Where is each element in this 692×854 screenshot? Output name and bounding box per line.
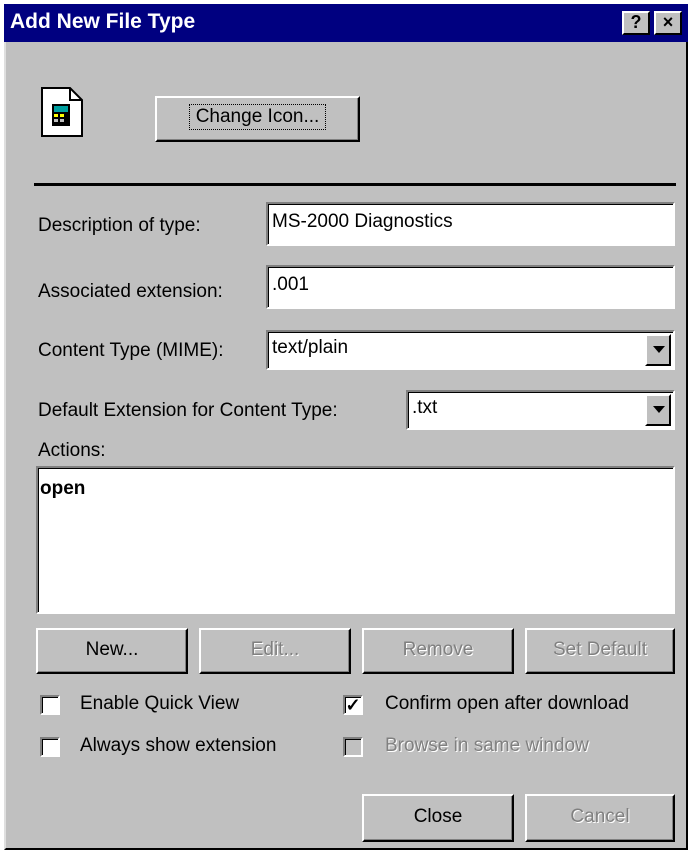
content-type-label: Content Type (MIME): bbox=[38, 340, 224, 361]
title-bar: Add New File Type ? × bbox=[4, 4, 688, 42]
list-item[interactable]: open bbox=[38, 468, 673, 500]
confirm-open-label: Confirm open after download bbox=[385, 693, 629, 714]
edit-button[interactable]: Edit... bbox=[199, 628, 351, 674]
change-icon-button[interactable]: Change Icon... bbox=[155, 96, 360, 142]
browse-same-checkbox[interactable] bbox=[343, 737, 363, 757]
description-label: Description of type: bbox=[38, 215, 201, 236]
default-extension-select[interactable]: .txt bbox=[406, 390, 675, 430]
extension-label: Associated extension: bbox=[38, 281, 223, 302]
confirm-open-checkbox[interactable]: ✓ bbox=[343, 695, 363, 715]
file-type-icon bbox=[41, 87, 83, 137]
remove-button[interactable]: Remove bbox=[362, 628, 514, 674]
browse-same-label: Browse in same window bbox=[385, 735, 589, 756]
quick-view-checkbox[interactable] bbox=[40, 695, 60, 715]
new-button[interactable]: New... bbox=[36, 628, 188, 674]
default-extension-label: Default Extension for Content Type: bbox=[38, 400, 338, 421]
set-default-button[interactable]: Set Default bbox=[525, 628, 675, 674]
content-type-select[interactable]: text/plain bbox=[266, 330, 675, 370]
always-show-label: Always show extension bbox=[80, 735, 277, 756]
close-icon: × bbox=[662, 12, 674, 32]
description-field[interactable]: MS-2000 Diagnostics bbox=[266, 202, 675, 246]
help-button[interactable]: ? bbox=[622, 11, 650, 35]
close-button[interactable]: Close bbox=[362, 794, 514, 842]
quick-view-label: Enable Quick View bbox=[80, 693, 240, 714]
actions-label: Actions: bbox=[38, 440, 106, 461]
separator bbox=[34, 183, 676, 186]
always-show-checkbox[interactable] bbox=[40, 737, 60, 757]
dropdown-arrow-icon[interactable] bbox=[645, 394, 671, 426]
window-title: Add New File Type bbox=[10, 10, 196, 33]
actions-list[interactable]: open bbox=[36, 466, 675, 614]
help-icon: ? bbox=[630, 12, 642, 32]
cancel-button[interactable]: Cancel bbox=[525, 794, 675, 842]
close-window-button[interactable]: × bbox=[654, 11, 682, 35]
dropdown-arrow-icon[interactable] bbox=[645, 334, 671, 366]
extension-field[interactable]: .001 bbox=[266, 265, 675, 309]
